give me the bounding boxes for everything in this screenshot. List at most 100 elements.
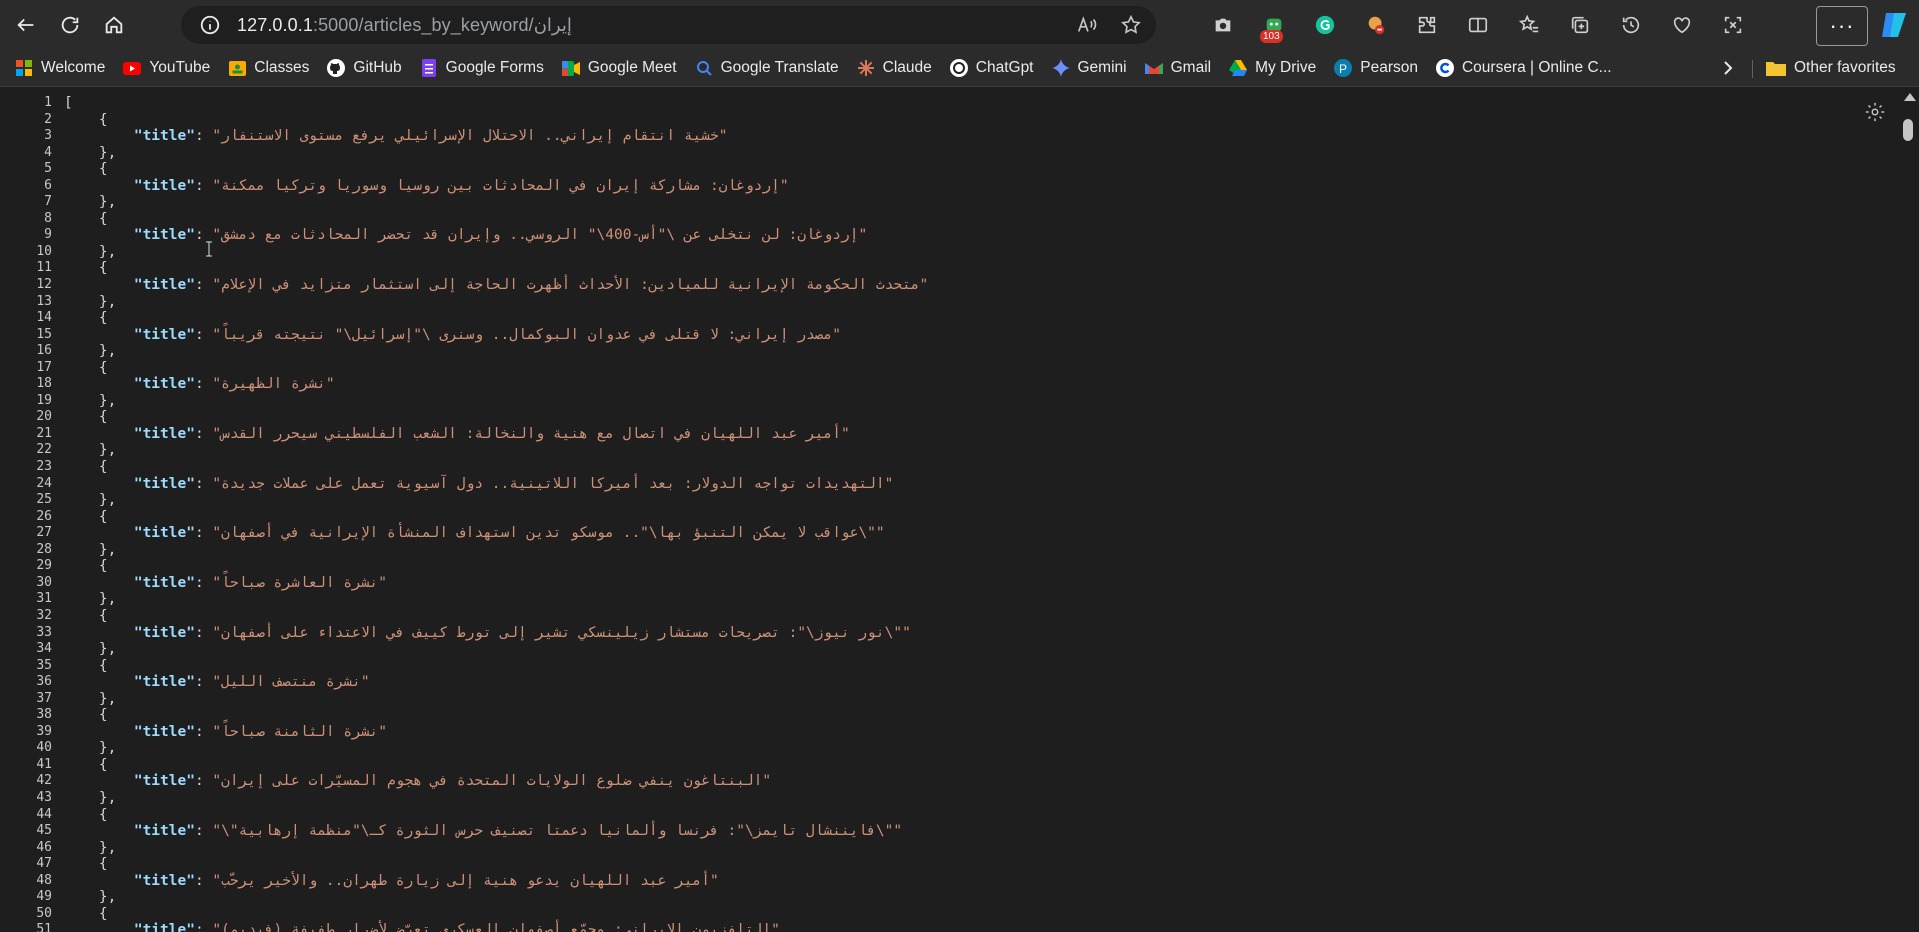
split-screen-icon [1468, 17, 1488, 33]
code-line: "title": "نشرة منتصف الليل" [64, 674, 928, 691]
code-line: "title": "نشرة الثامنة صباحاً" [64, 724, 928, 741]
json-key: "title" [133, 128, 195, 145]
camera-extension[interactable] [1205, 7, 1241, 43]
bookmark-youtube[interactable]: YouTube [114, 53, 219, 83]
line-number: 10 [36, 243, 52, 259]
line-number: 11 [36, 260, 52, 276]
line-number: 1 [44, 95, 52, 110]
screenshot-button[interactable] [1715, 7, 1751, 43]
bookmark-gemini[interactable]: Gemini [1043, 53, 1136, 83]
heart-pulse-icon [1673, 17, 1691, 34]
copilot-icon[interactable] [1878, 9, 1910, 41]
cookie-icon [1368, 16, 1385, 35]
code-line: "title": "التهديدات تواجه الدولار: بعد أ… [64, 476, 928, 493]
json-colon: : [194, 525, 213, 542]
address-bar[interactable]: 127.0.0.1:5000/articles_by_keyword/إيران [181, 6, 1156, 44]
gear-icon[interactable] [1864, 101, 1886, 123]
scrollbar[interactable] [1899, 87, 1919, 932]
other-favorites-folder[interactable]: Other favorites [1766, 50, 1896, 86]
bookmark-google-translate[interactable]: Google Translate [686, 53, 848, 83]
back-button[interactable] [8, 7, 44, 43]
bookmark-pearson[interactable]: P Pearson [1325, 53, 1427, 83]
code-line: [ [64, 95, 73, 111]
pearson-icon: P [1334, 59, 1353, 77]
code-line: { [64, 359, 108, 376]
code-line: }, [64, 492, 117, 509]
code-line: "title": "نشرة الظهيرة" [64, 376, 928, 393]
json-key: "title" [133, 773, 195, 790]
bookmark-chatgpt[interactable]: ChatGpt [941, 53, 1043, 83]
favorite-star-icon[interactable] [1120, 14, 1142, 36]
code-line: { [64, 310, 108, 327]
favorites-button[interactable] [1511, 7, 1547, 43]
refresh-button[interactable] [52, 7, 88, 43]
line-number: 21 [36, 425, 52, 441]
line-number: 30 [36, 574, 52, 590]
site-info-icon[interactable] [199, 14, 221, 36]
json-key: "title" [133, 624, 195, 641]
bookmark-welcome[interactable]: Welcome [6, 53, 114, 83]
line-number: 36 [36, 674, 52, 690]
line-number: 37 [36, 690, 52, 706]
github-icon [327, 59, 346, 77]
line-number: 14 [36, 310, 52, 326]
grammarly-extension[interactable] [1307, 7, 1343, 43]
read-aloud-icon[interactable] [1076, 14, 1098, 36]
json-code: [ { "title": "خشية انتقام إيراني.. الاحت… [64, 95, 928, 932]
code-line: { [64, 707, 108, 724]
code-line: }, [64, 243, 117, 260]
collections-button[interactable] [1562, 7, 1598, 43]
bookmark-gmail[interactable]: Gmail [1136, 53, 1220, 83]
line-number: 24 [36, 475, 52, 491]
split-screen-button[interactable] [1460, 7, 1496, 43]
code-line: }, [64, 789, 117, 806]
performance-button[interactable] [1664, 7, 1700, 43]
json-colon: : [194, 277, 213, 294]
scroll-up-arrow-icon[interactable] [1904, 93, 1916, 101]
code-line: "title": "مصدر إيراني: لا قتلى في عدوان … [64, 327, 928, 344]
json-title-value: "نشرة منتصف الليل" [212, 674, 370, 691]
line-number: 8 [44, 210, 52, 226]
bookmark-google-meet[interactable]: Google Meet [553, 53, 686, 83]
line-number: 23 [36, 459, 52, 475]
json-key: "title" [133, 425, 195, 442]
line-number: 2 [44, 111, 52, 127]
favorites-list-icon [1518, 14, 1539, 33]
bookmark-classes[interactable]: Classes [219, 53, 318, 83]
history-button[interactable] [1613, 7, 1649, 43]
translate-icon [695, 59, 713, 77]
code-line: { [64, 508, 108, 525]
bookmark-coursera[interactable]: Coursera | Online C... [1427, 53, 1621, 83]
scrollbar-thumb[interactable] [1903, 119, 1913, 141]
line-number: 16 [36, 343, 52, 359]
bookmark-my-drive[interactable]: My Drive [1220, 53, 1325, 83]
code-line: { [64, 409, 108, 426]
bookmark-claude[interactable]: Claude [848, 53, 941, 83]
chevron-right-icon[interactable] [1718, 58, 1738, 78]
line-number: 6 [44, 177, 52, 193]
json-colon: : [194, 128, 213, 145]
json-viewer[interactable]: 1 2 3 4 5 6 7 8 9 10 11 12 13 14 15 16 17 18 19 20 21 22 23 24 2… [8, 95, 1898, 932]
line-number: 19 [36, 392, 52, 408]
code-line: "title": "البنتاغون ينفي ضلوع الولايات ا… [64, 773, 928, 790]
code-line: }, [64, 889, 117, 906]
line-number: 39 [36, 723, 52, 739]
bookmark-github[interactable]: GitHub [318, 53, 410, 83]
json-key: "title" [133, 326, 195, 343]
home-button[interactable] [96, 7, 132, 43]
bookmark-google-forms[interactable]: Google Forms [411, 53, 553, 83]
json-colon: : [194, 773, 213, 790]
settings-more-button[interactable]: ··· [1816, 6, 1868, 46]
json-title-value: "خشية انتقام إيراني.. الاحتلال الإسرائيل… [212, 128, 728, 145]
line-number: 5 [44, 161, 52, 177]
json-key: "title" [133, 823, 195, 840]
ad-extension[interactable] [1358, 7, 1394, 43]
json-colon: : [194, 624, 213, 641]
extensions-button[interactable] [1409, 7, 1445, 43]
mail-extension[interactable]: 103 [1256, 7, 1292, 43]
json-title-value: "أمير عبد اللهيان يدعو هنية إلى زيارة طه… [212, 872, 719, 889]
gmail-icon [1144, 59, 1163, 77]
history-icon [1622, 16, 1640, 34]
meet-icon [561, 59, 580, 77]
coursera-icon [1435, 59, 1454, 77]
